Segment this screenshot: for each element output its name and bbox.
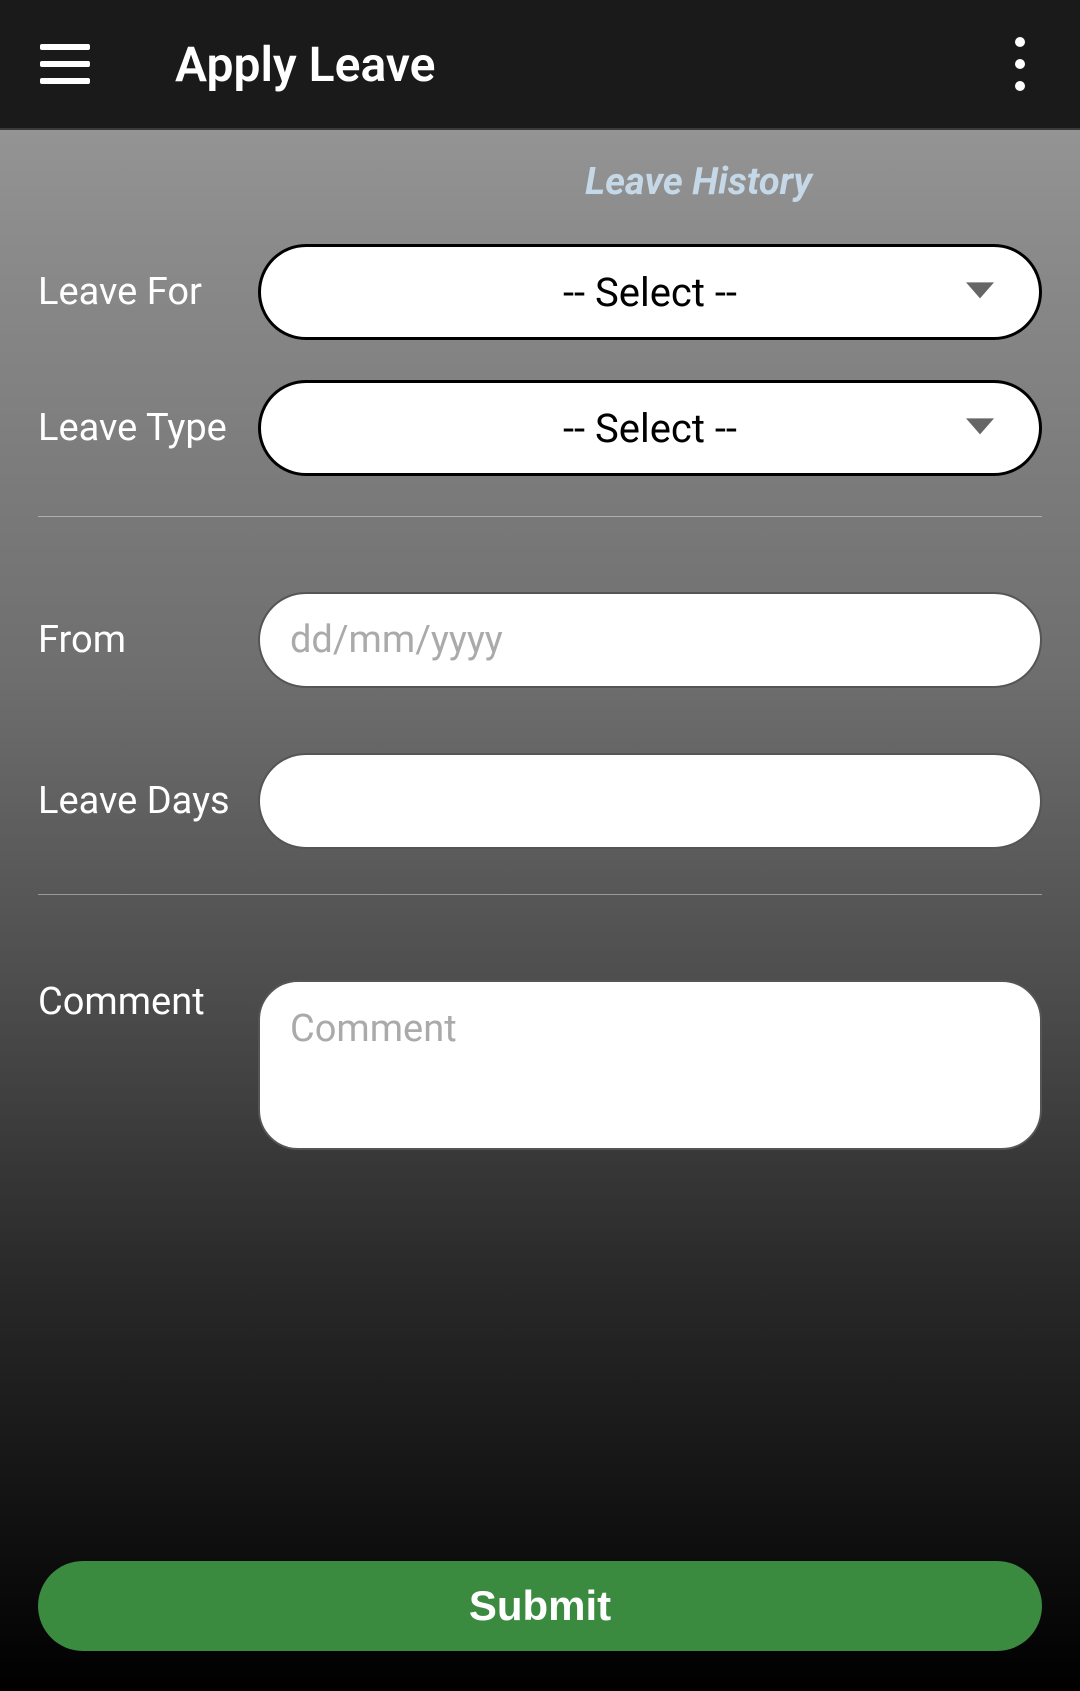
divider — [38, 894, 1042, 895]
app-header: Apply Leave — [0, 0, 1080, 130]
leave-type-select[interactable]: -- Select -- — [258, 380, 1042, 476]
leave-for-select[interactable]: -- Select -- — [258, 244, 1042, 340]
leave-type-selected-value: -- Select -- — [563, 405, 737, 452]
leave-days-input[interactable] — [258, 753, 1042, 849]
comment-textarea[interactable] — [258, 980, 1042, 1150]
leave-days-row: Leave Days — [38, 753, 1042, 849]
divider — [38, 516, 1042, 517]
leave-type-row: Leave Type -- Select -- — [38, 380, 1042, 476]
leave-history-link[interactable]: Leave History — [38, 160, 1042, 204]
leave-for-label: Leave For — [38, 270, 238, 314]
from-label: From — [38, 618, 238, 662]
more-options-icon[interactable] — [1000, 34, 1040, 94]
leave-for-row: Leave For -- Select -- — [38, 244, 1042, 340]
comment-label: Comment — [38, 980, 238, 1024]
leave-days-label: Leave Days — [38, 779, 238, 823]
comment-row: Comment — [38, 980, 1042, 1154]
chevron-down-icon — [966, 282, 994, 298]
from-row: From — [38, 592, 1042, 688]
chevron-down-icon — [966, 418, 994, 434]
submit-button[interactable]: Submit — [38, 1561, 1042, 1651]
form-content: Leave History Leave For -- Select -- Lea… — [0, 130, 1080, 1691]
page-title: Apply Leave — [175, 36, 1000, 93]
leave-for-selected-value: -- Select -- — [563, 269, 737, 316]
from-date-input[interactable] — [258, 592, 1042, 688]
hamburger-menu-icon[interactable] — [40, 44, 90, 84]
leave-type-label: Leave Type — [38, 406, 238, 450]
